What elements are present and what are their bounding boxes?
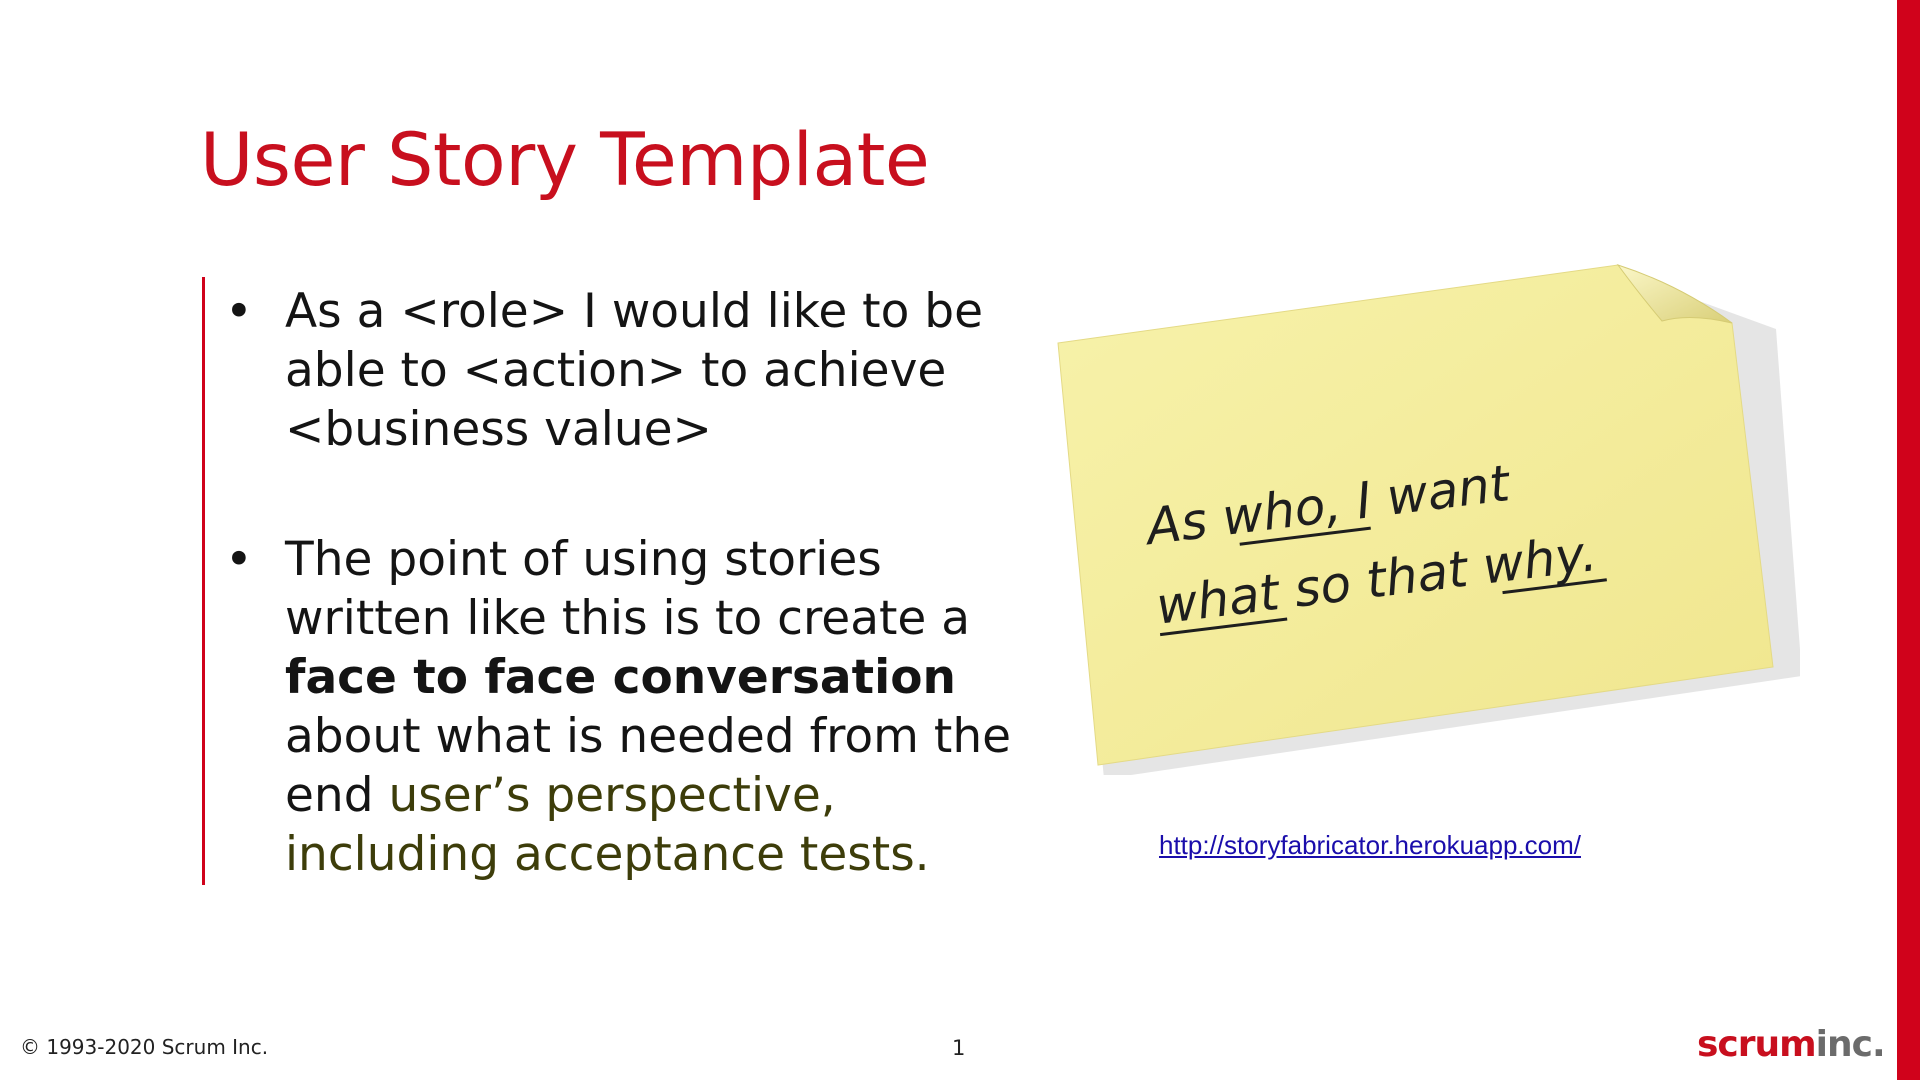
slide-title: User Story Template [200, 118, 930, 203]
bullet-text: The point of using stories written like … [285, 532, 1011, 882]
bullet-icon: • [225, 284, 253, 339]
bullet-text: As a <role> I would like to be able to <… [285, 284, 983, 457]
logo-text-scrum: scrum [1697, 1024, 1817, 1065]
sticky-note-graphic: As who, I want what so that why. [1057, 264, 1800, 775]
bullet-text-olive: user’s perspective, including acceptance… [285, 768, 930, 882]
bullet-rule [202, 277, 205, 885]
scrum-inc-logo: scruminc. [1697, 1024, 1886, 1065]
bullet-icon: • [225, 532, 253, 587]
bullet-text-part: The point of using stories written like … [285, 532, 971, 646]
bullet-item: • The point of using stories written lik… [225, 530, 1045, 884]
bullet-text-part: As a <role> I would like to be able to <… [285, 284, 984, 457]
page-number: 1 [952, 1036, 966, 1060]
bullet-item: • As a <role> I would like to be able to… [225, 282, 1045, 459]
footer-copyright: © 1993-2020 Scrum Inc. [20, 1035, 269, 1059]
logo-text-inc: inc. [1815, 1024, 1886, 1065]
accent-bar [1897, 0, 1920, 1080]
bullet-text-bold: face to face conversation [285, 650, 956, 705]
sticky-note: As who, I want what so that why. [1050, 255, 1800, 775]
slide: User Story Template • As a <role> I woul… [0, 0, 1920, 1080]
story-fabricator-link[interactable]: http://storyfabricator.herokuapp.com/ [1159, 830, 1581, 861]
bullet-list: • As a <role> I would like to be able to… [225, 282, 1045, 884]
